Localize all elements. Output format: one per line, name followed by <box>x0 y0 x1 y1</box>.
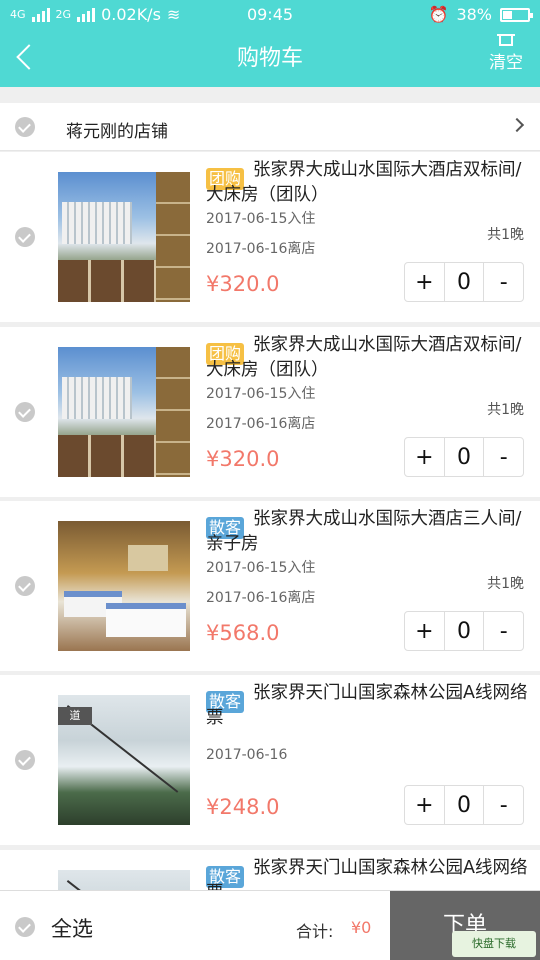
decrease-button[interactable]: - <box>484 612 523 650</box>
increase-button[interactable]: + <box>405 612 444 650</box>
total-value: ¥0 <box>351 918 372 937</box>
checkout-date: 2017-06-16离店 <box>206 590 316 606</box>
item-price: ¥248.0 <box>206 795 280 819</box>
item-select-checkbox[interactable] <box>15 576 35 596</box>
place-order-button[interactable]: 下单 快盘下载 <box>390 891 540 960</box>
increase-button[interactable]: + <box>405 438 444 476</box>
quantity-stepper: + 0 - <box>404 611 524 651</box>
shop-name: 蒋元刚的店铺 <box>66 122 168 142</box>
visit-date: 2017-06-16 <box>206 747 288 763</box>
increase-button[interactable]: + <box>405 263 444 301</box>
checkin-date: 2017-06-15入住 <box>206 211 316 227</box>
trash-icon <box>497 32 515 46</box>
item-price: ¥320.0 <box>206 272 280 296</box>
item-select-checkbox[interactable] <box>15 402 35 422</box>
checkout-bar: 全选 合计: ¥0 下单 快盘下载 <box>0 890 540 960</box>
battery-icon <box>500 7 533 22</box>
quantity-value[interactable]: 0 <box>443 612 485 650</box>
checkin-date: 2017-06-15入住 <box>206 560 316 576</box>
cart-item[interactable]: 团购 张家界大成山水国际大酒店双标间/大床房（团队） 2017-06-15入住 … <box>0 152 540 322</box>
item-select-checkbox[interactable] <box>15 227 35 247</box>
nights-count: 共1晚 <box>487 402 524 418</box>
clear-cart-button[interactable]: 清空 <box>486 32 526 80</box>
page-title: 购物车 <box>236 46 303 71</box>
quantity-stepper: + 0 - <box>404 262 524 302</box>
item-image-room <box>58 521 190 651</box>
image-label: 道 <box>58 707 92 725</box>
cart-item[interactable]: 道 散客 张家界天门山国家森林公园A线网络票 2017-06-16 ¥248.0… <box>0 675 540 845</box>
decrease-button[interactable]: - <box>484 438 523 476</box>
item-select-checkbox[interactable] <box>15 750 35 770</box>
select-all-label[interactable]: 全选 <box>51 913 93 943</box>
decrease-button[interactable]: - <box>484 263 523 301</box>
item-image-park: 道 <box>58 695 190 825</box>
app-header: 4G 2G 0.02K/s ≋ 09:45 ⏰ 38% 购物车 清空 <box>0 0 540 87</box>
status-bar: 4G 2G 0.02K/s ≋ 09:45 ⏰ 38% <box>0 0 540 30</box>
status-right: ⏰ 38% <box>428 5 533 24</box>
item-title[interactable]: 张家界大成山水国际大酒店双标间/大床房（团队） <box>206 333 532 383</box>
checkout-date: 2017-06-16离店 <box>206 241 316 257</box>
item-title[interactable]: 张家界天门山国家森林公园A线网络票 <box>206 856 532 890</box>
item-title[interactable]: 张家界大成山水国际大酒店三人间/亲子房 <box>206 507 532 557</box>
item-image-park <box>58 870 190 890</box>
cart-item[interactable]: 团购 张家界大成山水国际大酒店双标间/大床房（团队） 2017-06-15入住 … <box>0 327 540 497</box>
quantity-value[interactable]: 0 <box>443 786 485 824</box>
chevron-right-icon <box>509 117 525 133</box>
quantity-value[interactable]: 0 <box>443 438 485 476</box>
item-title[interactable]: 张家界天门山国家森林公园A线网络票 <box>206 681 532 731</box>
battery-percent: 38% <box>456 5 492 24</box>
shop-row[interactable]: 蒋元刚的店铺 <box>0 103 540 151</box>
shop-select-checkbox[interactable] <box>15 117 35 137</box>
cart-item[interactable]: 散客 张家界大成山水国际大酒店三人间/亲子房 2017-06-15入住 2017… <box>0 501 540 671</box>
checkin-date: 2017-06-15入住 <box>206 386 316 402</box>
select-all-checkbox[interactable] <box>15 917 35 937</box>
increase-button[interactable]: + <box>405 786 444 824</box>
watermark-logo: 快盘下载 <box>452 931 536 957</box>
total-label: 合计: <box>296 922 334 941</box>
nights-count: 共1晚 <box>487 576 524 592</box>
quantity-value[interactable]: 0 <box>443 263 485 301</box>
clear-label: 清空 <box>489 53 523 73</box>
item-image-hotel <box>58 172 190 302</box>
checkout-date: 2017-06-16离店 <box>206 416 316 432</box>
item-title[interactable]: 张家界大成山水国际大酒店双标间/大床房（团队） <box>206 158 532 208</box>
decrease-button[interactable]: - <box>484 786 523 824</box>
item-price: ¥320.0 <box>206 447 280 471</box>
nights-count: 共1晚 <box>487 227 524 243</box>
quantity-stepper: + 0 - <box>404 785 524 825</box>
item-price: ¥568.0 <box>206 621 280 645</box>
quantity-stepper: + 0 - <box>404 437 524 477</box>
item-image-hotel <box>58 347 190 477</box>
cart-item[interactable]: 散客 张家界天门山国家森林公园A线网络票 <box>0 850 540 890</box>
alarm-icon: ⏰ <box>428 5 449 24</box>
